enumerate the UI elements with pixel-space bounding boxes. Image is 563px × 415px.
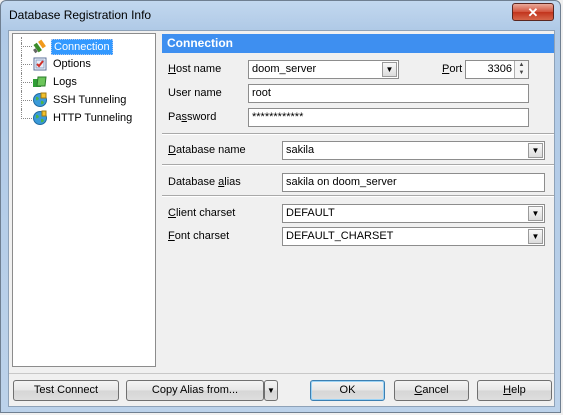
database-name-combobox[interactable]: sakila ▼ xyxy=(282,141,545,160)
help-button[interactable]: Help xyxy=(477,380,552,401)
dialog-window: Database Registration Info ✕ Connection xyxy=(0,0,561,413)
dialog-client-area: Connection Options Logs SSH Tunneling HT… xyxy=(8,30,555,407)
chevron-down-icon[interactable]: ▼ xyxy=(528,229,543,244)
divider xyxy=(162,195,554,197)
tree-item-logs[interactable]: Logs xyxy=(13,73,153,91)
title-bar[interactable]: Database Registration Info ✕ xyxy=(1,1,560,30)
spin-down-icon[interactable]: ▼ xyxy=(515,69,528,77)
user-name-value: root xyxy=(252,87,271,99)
copy-alias-dropdown-button[interactable]: ▼ xyxy=(264,380,278,401)
host-name-combobox[interactable]: doom_server ▼ xyxy=(248,60,399,79)
user-name-label: User name xyxy=(168,87,222,99)
http-tunneling-icon xyxy=(33,110,47,125)
database-name-label: Database name xyxy=(168,144,246,156)
port-spinner[interactable]: 3306 ▲ ▼ xyxy=(465,60,529,79)
connection-icon xyxy=(33,39,46,54)
tree-item-options[interactable]: Options xyxy=(13,55,153,73)
client-charset-value: DEFAULT xyxy=(286,207,335,219)
database-alias-label: Database alias xyxy=(168,176,241,188)
ok-button[interactable]: OK xyxy=(310,380,385,401)
divider xyxy=(162,164,554,166)
database-name-value: sakila xyxy=(286,144,315,156)
host-name-value: doom_server xyxy=(252,63,317,75)
tree-item-label: HTTP Tunneling xyxy=(53,112,133,124)
spin-up-icon[interactable]: ▲ xyxy=(515,61,528,69)
tree-item-connection[interactable]: Connection xyxy=(13,37,153,55)
options-icon xyxy=(33,57,47,71)
window-title: Database Registration Info xyxy=(9,8,152,22)
port-label: Port xyxy=(442,63,463,75)
font-charset-label: Font charset xyxy=(168,230,230,242)
navigation-tree[interactable]: Connection Options Logs SSH Tunneling HT… xyxy=(12,33,156,367)
database-alias-input[interactable]: sakila on doom_server xyxy=(282,173,545,192)
section-header-connection: Connection xyxy=(162,34,554,53)
connection-panel: Connection Host name doom_server ▼ Port … xyxy=(162,33,554,367)
close-button[interactable]: ✕ xyxy=(512,3,554,21)
tree-item-label: Logs xyxy=(53,76,77,88)
tree-item-label: SSH Tunneling xyxy=(53,94,127,106)
divider xyxy=(162,133,554,135)
host-name-label: Host name xyxy=(168,63,222,75)
font-charset-value: DEFAULT_CHARSET xyxy=(286,230,394,242)
tree-item-http-tunneling[interactable]: HTTP Tunneling xyxy=(13,109,153,127)
user-name-input[interactable]: root xyxy=(248,84,529,103)
chevron-down-icon[interactable]: ▼ xyxy=(528,143,543,158)
ssh-tunneling-icon xyxy=(33,92,47,107)
cancel-button[interactable]: Cancel xyxy=(394,380,469,401)
tree-item-label: Connection xyxy=(51,39,113,55)
test-connect-button[interactable]: Test Connect xyxy=(13,380,119,401)
password-label: Password xyxy=(168,111,217,123)
font-charset-combobox[interactable]: DEFAULT_CHARSET ▼ xyxy=(282,227,545,246)
logs-icon xyxy=(33,76,47,87)
tree-item-label: Options xyxy=(53,58,91,70)
close-icon: ✕ xyxy=(527,5,539,20)
database-alias-value: sakila on doom_server xyxy=(286,176,397,188)
password-value: ************ xyxy=(252,111,304,123)
client-charset-combobox[interactable]: DEFAULT ▼ xyxy=(282,204,545,223)
chevron-down-icon: ▼ xyxy=(267,386,275,395)
spin-buttons[interactable]: ▲ ▼ xyxy=(514,61,528,78)
client-charset-label: Client charset xyxy=(168,207,236,219)
copy-alias-button[interactable]: Copy Alias from... xyxy=(126,380,264,401)
chevron-down-icon[interactable]: ▼ xyxy=(382,62,397,77)
password-input[interactable]: ************ xyxy=(248,108,529,127)
port-value: 3306 xyxy=(487,63,512,75)
chevron-down-icon[interactable]: ▼ xyxy=(528,206,543,221)
divider xyxy=(9,373,554,374)
tree-item-ssh-tunneling[interactable]: SSH Tunneling xyxy=(13,91,153,109)
